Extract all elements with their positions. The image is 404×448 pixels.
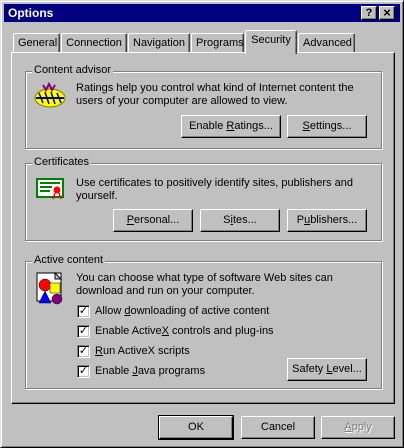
personal-label-accel: P [126, 214, 135, 226]
enable-activex-label-post: controls and plug-ins [169, 325, 274, 337]
publishers-label-post: blishers... [310, 214, 358, 226]
enable-activex-label-pre: Enable Active [95, 325, 162, 337]
close-button[interactable]: × [379, 6, 395, 20]
enable-java-label-post: ava programs [137, 365, 206, 377]
cancel-button[interactable]: Cancel [241, 416, 315, 439]
checkbox-box: ✓ [77, 325, 90, 338]
run-activex-scripts-label: Run ActiveX scripts [95, 345, 190, 357]
personal-label-post: ersonal... [134, 214, 180, 226]
content-advisor-desc-line1: Ratings help you control what kind of In… [76, 82, 354, 94]
certificates-title: Certificates [32, 156, 92, 168]
allow-downloading-label-post: ownloading of active content [130, 305, 270, 317]
tab-security[interactable]: Security [245, 30, 297, 54]
content-advisor-desc-line2: users of your computer are allowed to vi… [76, 95, 288, 107]
certificates-description: Use certificates to positively identify … [76, 177, 353, 203]
enable-java-programs-checkbox[interactable]: ✓ Enable Java programs [77, 365, 227, 379]
enable-java-label: Enable Java programs [95, 365, 205, 377]
help-button[interactable]: ? [361, 6, 377, 20]
content-advisor-title: Content advisor [32, 64, 114, 76]
window-title: Options [8, 6, 54, 20]
tab-navigation[interactable]: Navigation [128, 33, 190, 53]
checkbox-box: ✓ [77, 345, 90, 358]
checkbox-box: ✓ [77, 365, 90, 378]
active-content-title: Active content [32, 254, 106, 266]
tab-general[interactable]: General [13, 33, 60, 53]
safety-level-button[interactable]: Safety Level... [287, 358, 367, 381]
allow-downloading-label: Allow downloading of active content [95, 305, 269, 317]
safety-level-label-post: evel... [332, 363, 362, 375]
settings-label-post: ettings... [309, 120, 352, 132]
personal-button[interactable]: Personal... [113, 209, 193, 232]
certificates-desc-line1: Use certificates to positively identify … [76, 177, 353, 189]
enable-ratings-button[interactable]: Enable Ratings... [181, 115, 281, 138]
sites-label-post: tes... [232, 214, 257, 226]
apply-button[interactable]: Apply [321, 416, 395, 439]
certificates-desc-line2: yourself. [76, 190, 118, 202]
apply-label-post: pply [351, 421, 372, 433]
enable-java-label-pre: Enable [95, 365, 133, 377]
sites-button[interactable]: Sites... [200, 209, 280, 232]
enable-ratings-label-post: atings... [234, 120, 273, 132]
run-activex-label-accel: R [95, 345, 103, 357]
options-dialog: Options ? × General Connection Navigatio… [0, 0, 404, 448]
run-activex-label-post: un ActiveX scripts [102, 345, 190, 357]
content-advisor-description: Ratings help you control what kind of In… [76, 82, 354, 108]
tab-advanced[interactable]: Advanced [298, 33, 355, 53]
publishers-button[interactable]: Publishers... [287, 209, 367, 232]
active-content-description: You can choose what type of software Web… [76, 272, 333, 298]
tab-programs[interactable]: Programs [191, 33, 244, 53]
title-bar: Options ? × [4, 4, 400, 22]
active-content-shapes-icon [36, 271, 63, 305]
settings-button[interactable]: Settings... [287, 115, 367, 138]
tab-connection[interactable]: Connection [61, 33, 127, 53]
enable-ratings-label-pre: Enable [189, 120, 227, 132]
safety-level-label-pre: Safety [292, 363, 327, 375]
allow-downloading-label-pre: Allow [95, 305, 125, 317]
checkbox-box: ✓ [77, 305, 90, 318]
enable-activex-controls-checkbox[interactable]: ✓ Enable ActiveX controls and plug-ins [77, 325, 277, 339]
run-activex-scripts-checkbox[interactable]: ✓ Run ActiveX scripts [77, 345, 227, 359]
ok-button[interactable]: OK [158, 415, 234, 440]
enable-activex-label: Enable ActiveX controls and plug-ins [95, 325, 274, 337]
enable-activex-label-accel: X [161, 325, 169, 337]
settings-label-accel: S [302, 120, 310, 132]
certificate-icon [36, 178, 64, 200]
ratings-icon [34, 81, 66, 108]
sites-label-pre: S [223, 214, 231, 226]
publishers-label-pre: P [296, 214, 305, 226]
allow-downloading-active-content-checkbox[interactable]: ✓ Allow downloading of active content [77, 305, 277, 319]
active-content-desc-line1: You can choose what type of software Web… [76, 272, 333, 284]
apply-label-accel: A [344, 421, 352, 433]
active-content-desc-line2: download and run on your computer. [76, 285, 255, 297]
